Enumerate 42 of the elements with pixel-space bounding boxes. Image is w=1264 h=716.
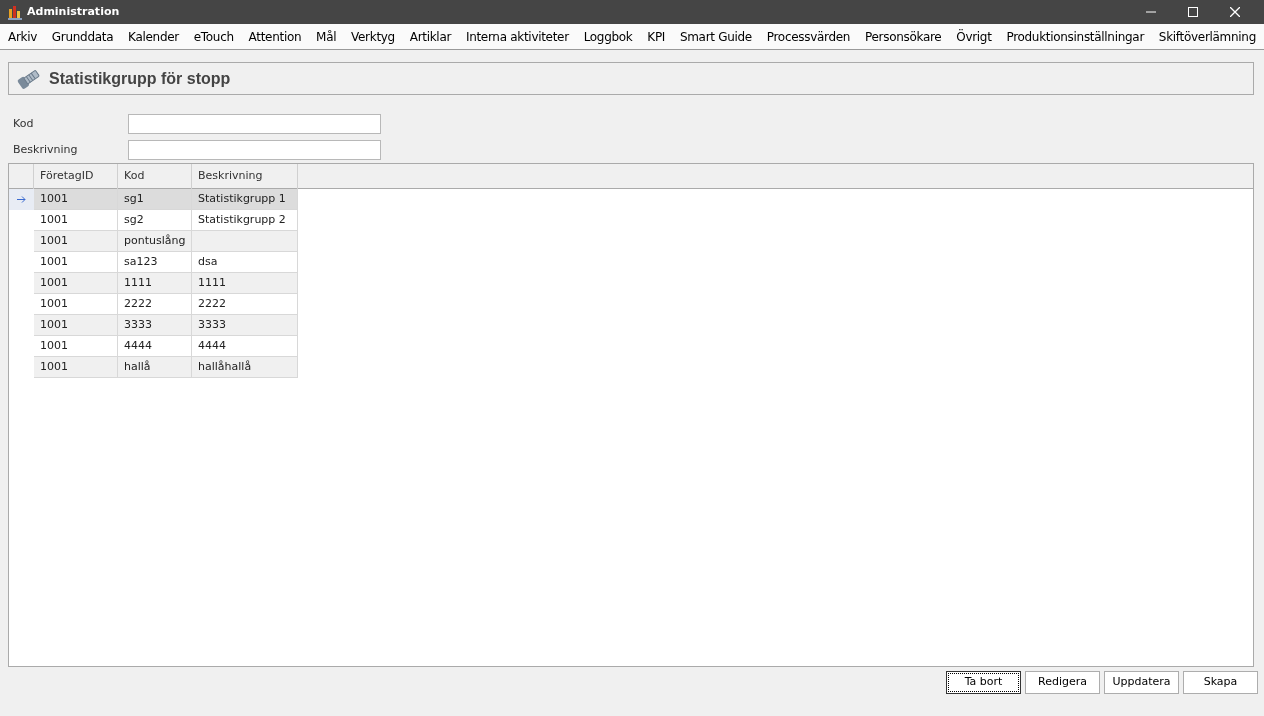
table-cell: hallåhallå bbox=[192, 357, 298, 378]
menu-item[interactable]: Kalender bbox=[126, 27, 181, 46]
window-title: Administration bbox=[27, 3, 120, 20]
menu-item[interactable]: Interna aktiviteter bbox=[463, 27, 571, 46]
action-button[interactable]: Uppdatera bbox=[1104, 671, 1179, 694]
table-cell: sg1 bbox=[118, 189, 192, 210]
menu-item[interactable]: eTouch bbox=[191, 27, 236, 46]
menu-item[interactable]: Mål bbox=[314, 27, 339, 46]
menu-item[interactable]: Skiftöverlämning bbox=[1156, 27, 1258, 46]
input-field[interactable] bbox=[128, 114, 381, 134]
table-cell: 1001 bbox=[34, 315, 118, 336]
menu-item[interactable]: Verktyg bbox=[349, 27, 397, 46]
table-cell: 1111 bbox=[192, 273, 298, 294]
table-cell: 3333 bbox=[192, 315, 298, 336]
field-label: Beskrivning bbox=[13, 141, 79, 158]
menu-item[interactable]: Övrigt bbox=[954, 27, 994, 46]
page-title: Statistikgrupp för stopp bbox=[49, 68, 231, 89]
menu-item[interactable]: Personsökare bbox=[862, 27, 944, 46]
table-cell: 1001 bbox=[34, 231, 118, 252]
table-cell: Statistikgrupp 1 bbox=[192, 189, 298, 210]
table-cell: pontuslång bbox=[118, 231, 192, 252]
menu-item[interactable]: Attention bbox=[246, 27, 304, 46]
table-cell: 1001 bbox=[34, 357, 118, 378]
input-field[interactable] bbox=[128, 140, 381, 160]
field-label: Kod bbox=[13, 115, 35, 132]
menu-item[interactable]: Arkiv bbox=[6, 27, 40, 46]
table-cell: 1111 bbox=[118, 273, 192, 294]
table-cell: 3333 bbox=[118, 315, 192, 336]
menu-item[interactable]: Loggbok bbox=[581, 27, 635, 46]
table-cell: 1001 bbox=[34, 273, 118, 294]
action-button[interactable]: Skapa bbox=[1183, 671, 1258, 694]
menu-item[interactable]: Produktionsinställningar bbox=[1004, 27, 1147, 46]
menu-item[interactable]: Smart Guide bbox=[677, 27, 754, 46]
menu-item[interactable]: Processvärden bbox=[764, 27, 853, 46]
table-cell: 1001 bbox=[34, 189, 118, 210]
action-button[interactable]: Ta bort bbox=[946, 671, 1021, 694]
action-button[interactable]: Redigera bbox=[1025, 671, 1100, 694]
table-cell: hallå bbox=[118, 357, 192, 378]
menu-item[interactable]: KPI bbox=[645, 27, 668, 46]
bar-chart-icon bbox=[8, 4, 23, 20]
menu-item[interactable]: Artiklar bbox=[407, 27, 454, 46]
menu-item[interactable]: Grunddata bbox=[49, 27, 116, 46]
